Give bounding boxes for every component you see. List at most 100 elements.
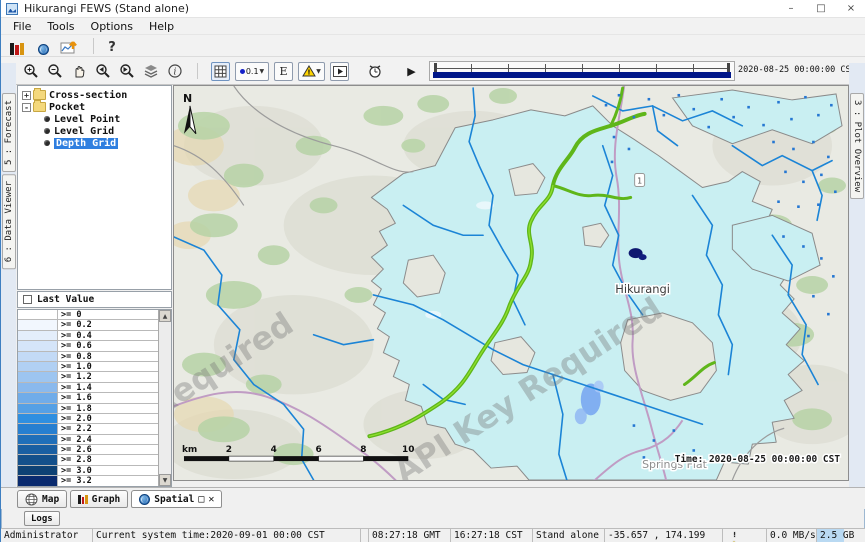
interval-timer-icon[interactable] [365, 62, 384, 81]
info-icon[interactable]: i [165, 62, 184, 81]
bar-chart-icon [78, 494, 88, 504]
highway-shield: 1 [635, 174, 645, 187]
last-value-row: Last Value [17, 291, 172, 308]
tab-data-viewer[interactable]: 6 : Data Viewer [2, 174, 16, 269]
legend-row: >= 1.8 [18, 404, 158, 414]
class-breaks-dropdown[interactable]: 0.1▼ [235, 62, 269, 81]
legend-row: >= 2.6 [18, 445, 158, 455]
tab-graph-label: Graph [92, 494, 121, 505]
toolbar-separator [197, 63, 198, 79]
status-coordinates: -35.657 , 174.199 [605, 529, 723, 542]
zoom-out-icon[interactable] [45, 62, 64, 81]
legend-color-swatch [18, 320, 58, 329]
labels-icon[interactable]: E [274, 62, 293, 81]
tab-close-icon[interactable]: ✕ [208, 494, 214, 505]
legend-row: >= 2.0 [18, 414, 158, 424]
pan-icon[interactable] [69, 62, 88, 81]
svg-text:6: 6 [315, 445, 321, 455]
grid-icon[interactable] [211, 62, 230, 81]
help-icon[interactable]: ? [102, 37, 122, 55]
collapse-icon[interactable]: - [22, 103, 31, 112]
left-panel: + Cross-section - Pocket Level Point [16, 85, 173, 487]
tree-item-level-point[interactable]: Level Point [30, 113, 171, 125]
legend-row: >= 2.4 [18, 435, 158, 445]
expand-icon[interactable]: + [22, 91, 31, 100]
legend-color-swatch [18, 383, 58, 392]
globe-wire-icon [25, 493, 38, 506]
legend-row: >= 0.8 [18, 352, 158, 362]
window-title: Hikurangi FEWS (Stand alone) [24, 2, 189, 15]
globe-icon[interactable] [33, 37, 53, 55]
tab-plot-overview[interactable]: 3 : Plot Overview [850, 93, 864, 199]
layers-icon[interactable] [141, 62, 160, 81]
scroll-down-icon[interactable]: ▼ [159, 474, 171, 486]
bullet-icon [44, 128, 50, 134]
database-icon[interactable] [7, 37, 27, 55]
legend-scrollbar[interactable]: ▲ ▼ [158, 310, 171, 486]
zoom-previous-icon[interactable] [93, 62, 112, 81]
legend-row: >= 3.0 [18, 466, 158, 476]
town-label: Hikurangi [615, 282, 670, 296]
tree-item-cross-section[interactable]: + Cross-section [20, 89, 171, 101]
status-memory[interactable]: 2.5 GB [817, 529, 865, 542]
legend-color-swatch [18, 476, 58, 485]
time-slider[interactable] [429, 61, 735, 81]
legend-row-label: >= 2.6 [58, 445, 158, 454]
map-toolbar: i 0.1▼ E !▼ ▶ [1, 57, 865, 85]
legend-row-label: >= 0.8 [58, 352, 158, 361]
spatial-display-icon[interactable] [59, 37, 79, 55]
legend-row-label: >= 0.4 [58, 331, 158, 340]
tab-spatial[interactable]: Spatial □ ✕ [131, 490, 222, 508]
tree-label: Pocket [49, 102, 85, 113]
menu-tools[interactable]: Tools [39, 20, 82, 33]
minimize-button[interactable]: – [776, 0, 806, 17]
display-tabs: Map Graph Spatial □ ✕ [1, 487, 865, 509]
scroll-up-icon[interactable]: ▲ [159, 310, 171, 322]
legend-row-label: >= 2.4 [58, 435, 158, 444]
svg-text:i: i [173, 68, 176, 78]
map-canvas[interactable]: 1 API Key Required API Key Required N km… [174, 86, 848, 480]
logs-tab[interactable]: Logs [24, 511, 60, 526]
maximize-button[interactable]: □ [806, 0, 836, 17]
legend-color-swatch [18, 445, 58, 454]
animation-icon[interactable] [330, 62, 349, 81]
legend-row: >= 0.4 [18, 331, 158, 341]
legend-row-label: >= 3.0 [58, 466, 158, 475]
menu-options[interactable]: Options [83, 20, 141, 33]
legend-row: >= 0.6 [18, 341, 158, 351]
last-value-checkbox[interactable] [23, 295, 32, 304]
menu-help[interactable]: Help [141, 20, 182, 33]
application-window: Hikurangi FEWS (Stand alone) – □ × File … [0, 0, 865, 542]
tab-spatial-label: Spatial [154, 494, 194, 505]
bullet-icon [44, 140, 50, 146]
folder-icon [33, 90, 46, 100]
legend-color-swatch [18, 362, 58, 371]
tree-item-level-grid[interactable]: Level Grid [30, 125, 171, 137]
legend-row-label: >= 0.6 [58, 341, 158, 350]
legend-color-swatch [18, 372, 58, 381]
app-logo-icon [6, 3, 18, 15]
tab-forecast[interactable]: 5 : Forecast [2, 93, 16, 172]
play-icon[interactable]: ▶ [402, 62, 421, 81]
tab-graph[interactable]: Graph [70, 490, 128, 508]
warning-dropdown[interactable]: !▼ [298, 62, 325, 81]
close-button[interactable]: × [836, 0, 865, 17]
legend-row-label: >= 1.0 [58, 362, 158, 371]
status-warning-cell[interactable] [723, 529, 767, 542]
zoom-in-icon[interactable] [21, 62, 40, 81]
tree-item-depth-grid[interactable]: Depth Grid [30, 137, 171, 149]
folder-icon [33, 102, 46, 112]
legend-color-swatch [18, 393, 58, 402]
status-local-time: 16:27:18 CST [451, 529, 533, 542]
map-view[interactable]: 1 API Key Required API Key Required N km… [173, 85, 849, 481]
menu-file[interactable]: File [5, 20, 39, 33]
zoom-next-icon[interactable] [117, 62, 136, 81]
tab-map[interactable]: Map [17, 490, 67, 508]
map-time-label: Time: 2020-08-25 00:00:00 CST [675, 454, 841, 465]
legend-row: >= 3.2 [18, 476, 158, 486]
title-bar[interactable]: Hikurangi FEWS (Stand alone) – □ × [1, 0, 865, 18]
tab-maximize-icon[interactable]: □ [198, 494, 204, 505]
tree-item-pocket[interactable]: - Pocket [20, 101, 171, 113]
svg-text:2: 2 [226, 445, 232, 455]
legend-row: >= 2.2 [18, 424, 158, 434]
